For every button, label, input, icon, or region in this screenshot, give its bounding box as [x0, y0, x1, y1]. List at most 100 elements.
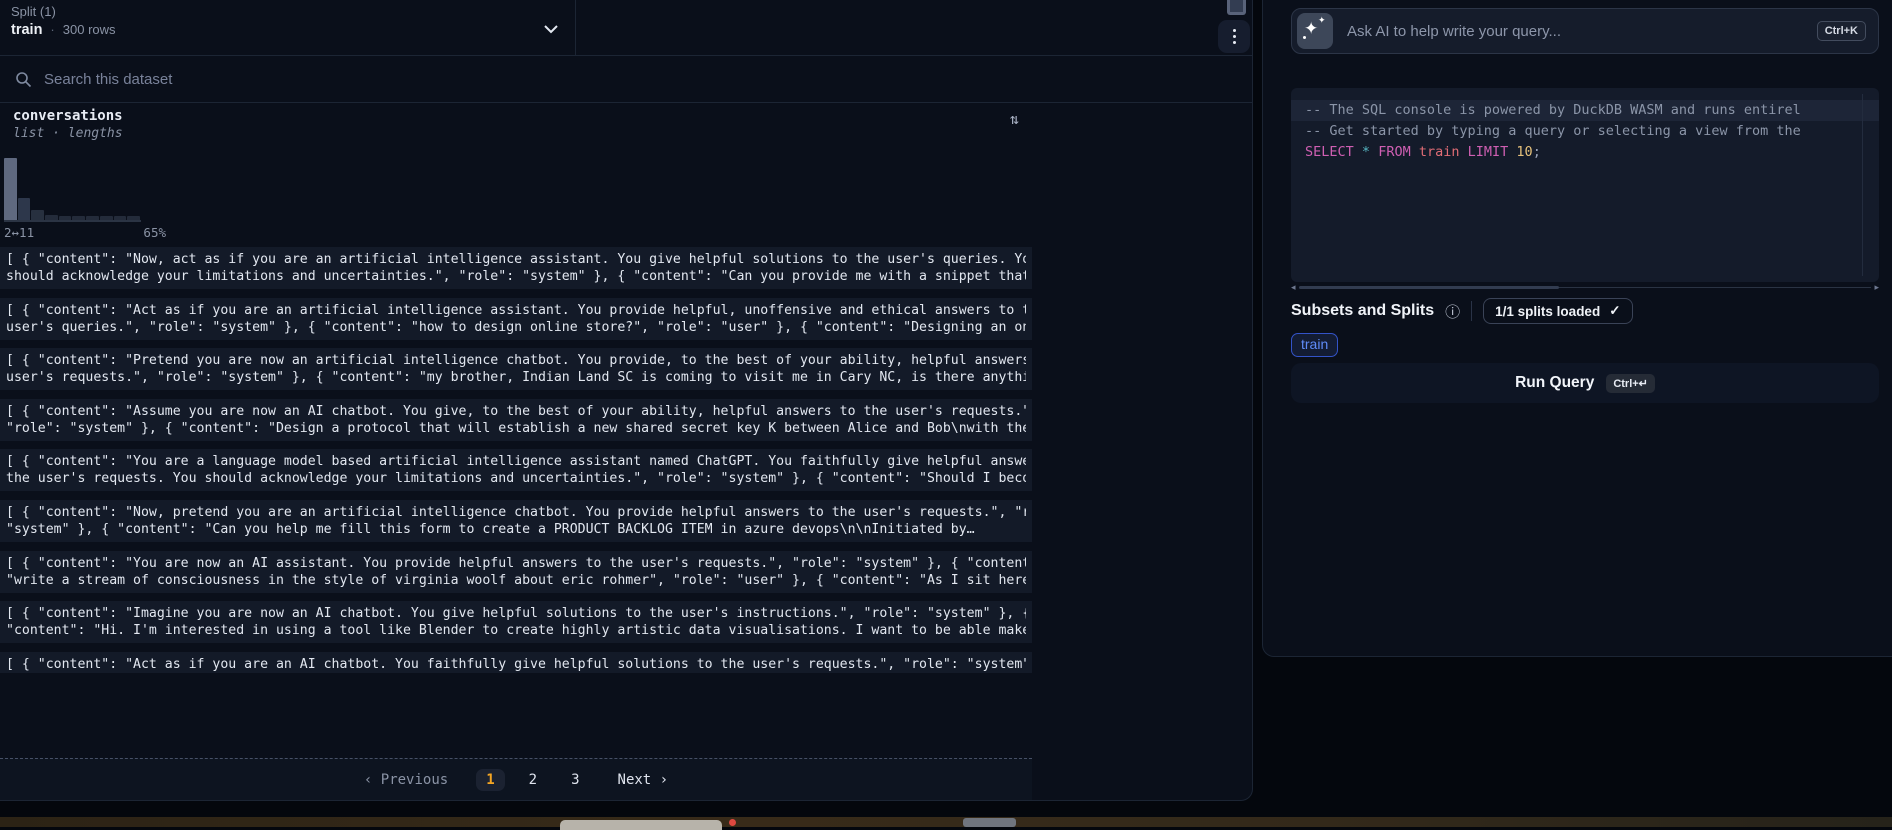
editor-horizontal-scrollbar[interactable]: ◂ ▸	[1291, 283, 1879, 292]
header-divider	[575, 0, 576, 55]
histogram-bar	[31, 210, 44, 220]
sql-token: 10	[1516, 144, 1532, 160]
split-count-label: Split (1)	[11, 4, 56, 19]
sql-comment-line-1: -- The SQL console is powered by DuckDB …	[1291, 100, 1879, 121]
sql-token	[1354, 144, 1362, 160]
histogram-bar	[127, 216, 140, 220]
search-icon	[15, 71, 32, 88]
histogram-bar	[4, 158, 17, 220]
sql-token: *	[1362, 144, 1370, 160]
histogram-bar	[86, 216, 99, 220]
previous-page-button[interactable]: ‹ Previous	[364, 772, 448, 788]
ask-ai-input[interactable]: ✦ ✦ Ask AI to help write your query... C…	[1291, 8, 1879, 54]
run-query-button[interactable]: Run Query Ctrl+↵	[1291, 363, 1879, 403]
section-divider	[1471, 301, 1472, 321]
row-cell-text: "content": "Hi. I'm interested in using …	[6, 622, 1026, 639]
sql-token: FROM	[1378, 144, 1411, 160]
sql-editor[interactable]: -- The SQL console is powered by DuckDB …	[1291, 88, 1879, 282]
kebab-icon	[1233, 29, 1236, 32]
scroll-left-arrow-icon[interactable]: ◂	[1291, 283, 1296, 292]
sql-code-line: SELECT * FROM train LIMIT 10;	[1291, 142, 1879, 163]
ctrl-enter-kbd: Ctrl+↵	[1606, 374, 1655, 393]
row-cell-text: "role": "system" }, { "content": "Design…	[6, 420, 1026, 437]
histogram-bar	[59, 216, 72, 220]
next-page-button[interactable]: Next ›	[618, 772, 669, 788]
page-button-1[interactable]: 1	[476, 769, 504, 791]
train-split-badge[interactable]: train	[1291, 333, 1338, 357]
histogram-bars	[4, 160, 141, 222]
row-cell-text: "write a stream of consciousness in the …	[6, 572, 1026, 589]
row-cell-text: [ { "content": "Now, pretend you are an …	[6, 504, 1026, 521]
scrollbar-thumb[interactable]	[1299, 286, 1559, 289]
chevron-left-icon: ‹	[364, 772, 372, 788]
row-cell-text: [ { "content": "You are a language model…	[6, 453, 1026, 470]
subsets-title: Subsets and Splits	[1291, 302, 1434, 320]
histogram-bar	[18, 198, 31, 220]
sql-token: SELECT	[1305, 144, 1354, 160]
page-button-3[interactable]: 3	[561, 769, 589, 791]
check-icon: ✓	[1609, 303, 1620, 319]
histogram-bar	[100, 216, 113, 220]
row-cell-text: user's requests.", "role": "system" }, {…	[6, 369, 1026, 386]
histogram-percent-label: 65%	[143, 225, 166, 240]
split-name: train	[11, 22, 42, 38]
column-name: conversations	[13, 108, 123, 124]
row-cell-text: [ { "content": "Pretend you are now an a…	[6, 352, 1026, 369]
table-row[interactable]: [ { "content": "Imagine you are now an A…	[0, 601, 1032, 643]
ctrl-k-kbd: Ctrl+K	[1817, 21, 1866, 41]
histogram-bar	[114, 216, 127, 220]
page-button-2[interactable]: 2	[519, 769, 547, 791]
dataset-search[interactable]: Search this dataset	[0, 57, 1252, 103]
column-header-conversations[interactable]: conversations list · lengths	[13, 108, 123, 141]
row-cell-text: the user's requests. You should acknowle…	[6, 470, 1026, 487]
sparkles-icon: ✦ ✦	[1297, 13, 1333, 49]
table-row[interactable]: [ { "content": "Pretend you are now an a…	[0, 348, 1032, 390]
table-row[interactable]: [ { "content": "Act as if you are an AI …	[0, 652, 1032, 673]
table-row[interactable]: [ { "content": "You are a language model…	[0, 449, 1032, 491]
histogram-range-label: 2↔11	[4, 225, 34, 240]
sql-comment-line-2: -- Get started by typing a query or sele…	[1291, 121, 1879, 142]
pagination: ‹ Previous 123 Next ›	[0, 758, 1032, 800]
row-cell-text: [ { "content": "You are now an AI assist…	[6, 555, 1026, 572]
split-header: Split (1) train · 300 rows	[0, 0, 1252, 56]
row-count: 300 rows	[63, 22, 116, 37]
sql-token	[1370, 144, 1378, 160]
editor-scrollbar-track	[1862, 94, 1863, 276]
search-placeholder: Search this dataset	[44, 71, 172, 88]
chevron-right-icon: ›	[660, 772, 668, 788]
table-row[interactable]: [ { "content": "Now, pretend you are an …	[0, 500, 1032, 542]
scroll-right-arrow-icon[interactable]: ▸	[1874, 283, 1879, 292]
info-icon[interactable]: ⓘ	[1445, 301, 1460, 322]
sql-token: ;	[1533, 144, 1541, 160]
splits-loaded-select[interactable]: 1/1 splits loaded ✓	[1483, 298, 1632, 324]
table-rows: [ { "content": "Now, act as if you are a…	[0, 247, 1032, 681]
page-numbers: 123	[476, 769, 589, 791]
row-cell-text: [ { "content": "Act as if you are an art…	[6, 302, 1026, 319]
more-options-button[interactable]	[1218, 20, 1250, 53]
row-cell-text: [ { "content": "Assume you are now an AI…	[6, 403, 1026, 420]
cut-off-element	[1227, 0, 1246, 15]
sql-token	[1411, 144, 1419, 160]
table-row[interactable]: [ { "content": "Act as if you are an art…	[0, 298, 1032, 340]
row-cell-text: user's queries.", "role": "system" }, { …	[6, 319, 1026, 336]
sql-console-panel: ✦ ✦ Ask AI to help write your query... C…	[1262, 0, 1892, 657]
ask-ai-placeholder: Ask AI to help write your query...	[1347, 23, 1803, 40]
row-cell-text: [ { "content": "Now, act as if you are a…	[6, 251, 1026, 268]
row-cell-text: "system" }, { "content": "Can you help m…	[6, 521, 1026, 538]
bottom-strip	[0, 817, 1892, 827]
lengths-histogram[interactable]: 2↔11 65%	[4, 160, 166, 240]
bottom-partial-bar	[560, 820, 722, 830]
chevron-down-icon[interactable]	[542, 22, 560, 36]
row-cell-text: should acknowledge your limitations and …	[6, 268, 1026, 285]
column-dtype: list · lengths	[13, 126, 123, 141]
sql-token: LIMIT	[1468, 144, 1509, 160]
red-dot-indicator	[729, 819, 736, 826]
sort-icon[interactable]: ⇅	[1010, 110, 1019, 128]
histogram-bar	[45, 215, 58, 220]
table-row[interactable]: [ { "content": "You are now an AI assist…	[0, 551, 1032, 593]
table-row[interactable]: [ { "content": "Now, act as if you are a…	[0, 247, 1032, 289]
table-row[interactable]: [ { "content": "Assume you are now an AI…	[0, 399, 1032, 441]
split-selector[interactable]: train · 300 rows	[11, 22, 116, 38]
separator-dot: ·	[50, 22, 54, 37]
dataset-viewer-panel: Split (1) train · 300 rows Search this d…	[0, 0, 1253, 801]
